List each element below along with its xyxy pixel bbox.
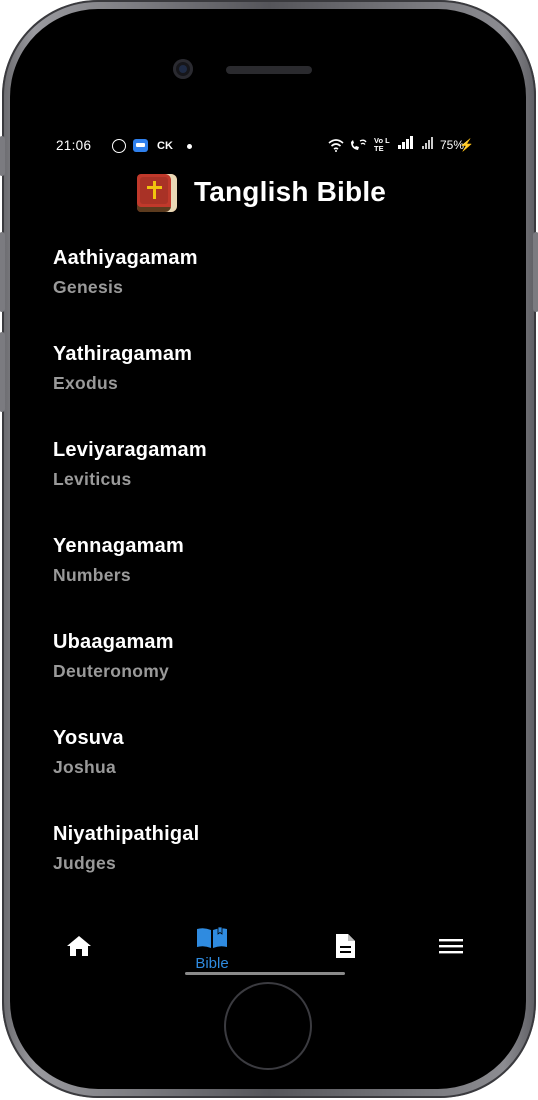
app-header: Tanglish Bible [137,172,437,214]
whatsapp-icon [112,139,126,153]
bottom-navigation: Bible [30,925,500,975]
list-item[interactable]: Niyathipathigal Judges [53,820,483,916]
nav-bible[interactable]: Bible [180,925,244,973]
book-name: Aathiyagamam [53,247,198,269]
nav-bible-label: Bible [195,955,229,972]
wifi-calling-icon [351,139,367,150]
bible-book-icon [137,174,177,212]
list-item[interactable]: Yathiragamam Exodus [53,340,483,436]
book-name: Niyathipathigal [53,823,200,845]
volume-down-button [0,332,5,412]
document-icon [336,934,355,958]
status-bar: 21:06 CK Vo LTE 75% ⚡ [56,136,476,157]
list-item[interactable]: Yosuva Joshua [53,724,483,820]
book-english-name: Leviticus [53,469,132,489]
book-name: Yennagamam [53,535,184,557]
book-name: Leviyaragamam [53,439,207,461]
book-english-name: Joshua [53,757,117,777]
notification-dot-icon [187,144,192,149]
list-item[interactable]: Aathiyagamam Genesis [53,244,483,340]
message-icon [133,139,148,152]
book-english-name: Numbers [53,565,131,585]
carrier-badge: CK [157,140,173,152]
list-item[interactable]: Ubaagamam Deuteronomy [53,628,483,724]
list-item[interactable]: Yennagamam Numbers [53,532,483,628]
charging-icon: ⚡ [459,138,474,152]
front-camera [173,59,193,79]
volume-up-button [0,232,5,312]
volte-label: Vo LTE [374,136,390,153]
nav-indicator-bar [185,972,345,975]
nav-documents[interactable] [330,925,360,973]
book-english-name: Deuteronomy [53,661,170,681]
list-item[interactable]: Leviyaragamam Leviticus [53,436,483,532]
status-time: 21:06 [56,138,92,153]
book-english-name: Exodus [53,373,119,393]
nav-menu[interactable] [436,925,466,973]
open-book-icon [197,926,227,948]
book-english-name: Genesis [53,277,124,297]
book-list: Aathiyagamam Genesis Yathiragamam Exodus… [53,244,483,916]
book-name: Yosuva [53,727,124,749]
earpiece-speaker [226,66,312,74]
book-english-name: Judges [53,853,117,873]
mute-switch [0,136,5,176]
signal-icon [398,136,416,152]
wifi-icon [328,139,344,152]
menu-icon [439,939,463,954]
book-name: Ubaagamam [53,631,174,653]
home-icon [67,936,91,956]
power-button [533,232,538,312]
home-button[interactable] [226,984,310,1068]
signal-icon-2 [422,137,436,152]
book-name: Yathiragamam [53,343,193,365]
app-title: Tanglish Bible [194,176,387,207]
nav-home[interactable] [64,925,94,973]
